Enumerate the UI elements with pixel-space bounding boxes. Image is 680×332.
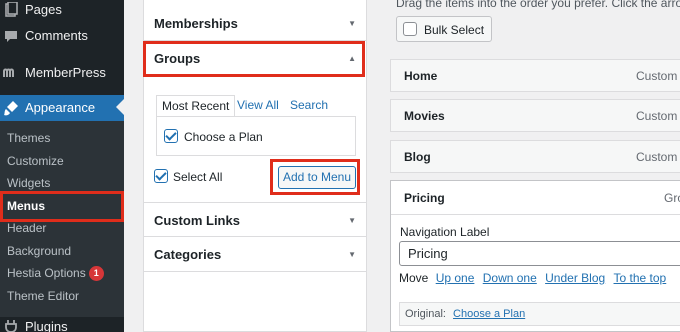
bulk-select-button[interactable]: Bulk Select	[396, 16, 492, 42]
menu-item-title: Pricing	[404, 191, 445, 205]
move-to-top-link[interactable]: To the top	[614, 271, 667, 285]
accordion-memberships[interactable]: Memberships ▼	[144, 6, 366, 41]
caret-down-icon: ▼	[348, 250, 356, 259]
sidebar-item-label: Plugins	[25, 319, 68, 332]
admin-sidebar: Pages Comments MemberPress Appearance Th…	[0, 0, 124, 332]
menu-item-type: Custom Li	[636, 150, 680, 164]
bulk-select-label: Bulk Select	[424, 23, 485, 37]
bulk-select-checkbox	[403, 22, 417, 36]
accordion-custom-links[interactable]: Custom Links ▼	[144, 202, 366, 237]
menu-item-home[interactable]: Home Custom Li	[390, 59, 680, 92]
highlight-groups-box	[143, 41, 365, 77]
instruction-text: Drag the items into the order you prefer…	[396, 0, 680, 10]
menu-item-pricing-header[interactable]: Pricing Gro	[391, 181, 680, 215]
accordion-title: Categories	[154, 247, 222, 262]
update-count-badge: 1	[88, 266, 104, 281]
accordion-title: Custom Links	[154, 213, 240, 228]
pages-icon	[5, 2, 18, 17]
choose-a-plan-label: Choose a Plan	[184, 130, 263, 144]
menu-item-type: Custom Li	[636, 109, 680, 123]
sidebar-item-label: MemberPress	[25, 65, 106, 80]
tab-view-all[interactable]: View All	[237, 95, 279, 117]
sidebar-item-plugins[interactable]: Plugins	[0, 314, 124, 332]
menu-item-movies[interactable]: Movies Custom Li	[390, 99, 680, 132]
select-all-label: Select All	[173, 170, 223, 184]
sidebar-item-label: Pages	[25, 2, 62, 17]
move-down-one-link[interactable]: Down one	[483, 271, 537, 285]
menu-item-title: Blog	[404, 150, 431, 164]
menu-item-type: Custom Li	[636, 69, 680, 83]
sidebar-item-label: Comments	[25, 28, 88, 43]
submenu-item-customize[interactable]: Customize	[0, 150, 124, 172]
sidebar-item-memberpress[interactable]: MemberPress	[0, 60, 124, 86]
submenu-item-label: Hestia Options	[7, 266, 86, 280]
navigation-label-input[interactable]: Pricing	[399, 241, 680, 266]
move-links-row: Move Up one Down one Under Blog To the t…	[399, 271, 666, 285]
comments-icon	[5, 31, 17, 42]
sidebar-item-pages[interactable]: Pages	[0, 0, 124, 23]
choose-a-plan-checkbox[interactable]	[164, 129, 178, 143]
original-label: Original:	[405, 308, 446, 320]
move-under-blog-link[interactable]: Under Blog	[545, 271, 605, 285]
menu-item-title: Home	[404, 69, 438, 83]
highlight-menus-box	[0, 191, 124, 222]
tab-search[interactable]: Search	[290, 95, 328, 117]
submenu-item-hestia-options[interactable]: Hestia Options 1	[0, 262, 124, 284]
active-menu-pointer	[116, 99, 124, 115]
sidebar-item-comments[interactable]: Comments	[0, 23, 124, 49]
sidebar-item-appearance[interactable]: Appearance	[0, 95, 124, 121]
menu-item-type: Gro	[664, 191, 680, 205]
highlight-add-to-menu-box	[270, 159, 360, 195]
accordion-categories[interactable]: Categories ▼	[144, 237, 366, 272]
tab-most-recent[interactable]: Most Recent	[156, 95, 236, 117]
appearance-brush-icon	[4, 101, 18, 116]
original-item-link[interactable]: Choose a Plan	[453, 308, 525, 320]
memberpress-icon	[3, 68, 14, 77]
caret-down-icon: ▼	[348, 216, 356, 225]
accordion-title: Memberships	[154, 16, 238, 31]
submenu-item-background[interactable]: Background	[0, 240, 124, 262]
select-all-checkbox[interactable]	[154, 169, 168, 183]
tab-panel-most-recent: Choose a Plan	[156, 116, 356, 156]
navigation-label-caption: Navigation Label	[400, 225, 490, 239]
move-up-one-link[interactable]: Up one	[436, 271, 475, 285]
menu-structure-panel: Drag the items into the order you prefer…	[382, 0, 680, 332]
caret-down-icon: ▼	[348, 19, 356, 28]
sidebar-item-label: Appearance	[25, 100, 96, 115]
move-label: Move	[399, 271, 429, 285]
plugins-icon	[5, 320, 17, 332]
original-item-box: Original: Choose a Plan	[399, 302, 680, 326]
submenu-item-theme-editor[interactable]: Theme Editor	[0, 285, 124, 307]
menu-item-title: Movies	[404, 109, 445, 123]
menu-item-blog[interactable]: Blog Custom Li	[390, 140, 680, 173]
submenu-item-themes[interactable]: Themes	[0, 127, 124, 149]
